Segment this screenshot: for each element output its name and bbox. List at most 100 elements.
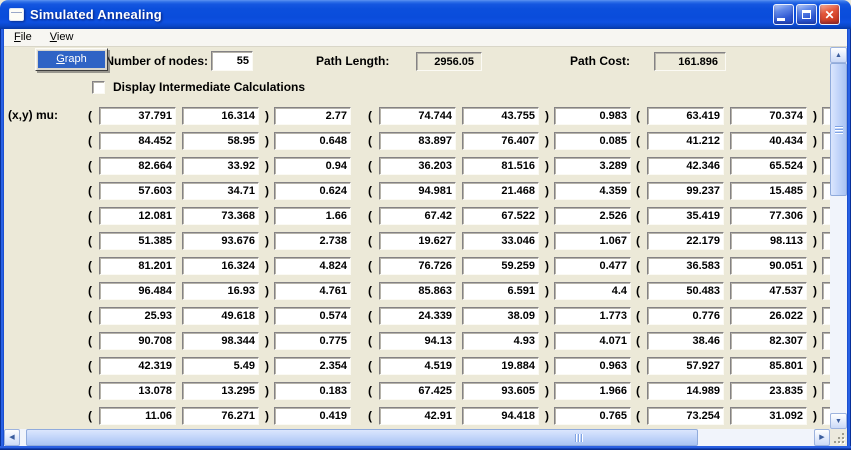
- mu-field[interactable]: [822, 207, 830, 225]
- x-field[interactable]: 38.46: [647, 332, 724, 350]
- x-field[interactable]: 81.201: [99, 257, 176, 275]
- y-field[interactable]: 81.516: [462, 157, 539, 175]
- y-field[interactable]: 77.306: [730, 207, 807, 225]
- x-field[interactable]: 37.791: [99, 107, 176, 125]
- x-field[interactable]: 76.726: [379, 257, 456, 275]
- x-field[interactable]: 22.179: [647, 232, 724, 250]
- mu-field[interactable]: 0.648: [274, 132, 351, 150]
- y-field[interactable]: 98.344: [182, 332, 259, 350]
- y-field[interactable]: 43.755: [462, 107, 539, 125]
- x-field[interactable]: 42.346: [647, 157, 724, 175]
- y-field[interactable]: 38.09: [462, 307, 539, 325]
- y-field[interactable]: 15.485: [730, 182, 807, 200]
- mu-field[interactable]: 1.966: [554, 382, 631, 400]
- x-field[interactable]: 74.744: [379, 107, 456, 125]
- mu-field[interactable]: [822, 307, 830, 325]
- title-bar[interactable]: Simulated Annealing ✕: [0, 0, 851, 29]
- x-field[interactable]: 83.897: [379, 132, 456, 150]
- x-field[interactable]: 82.664: [99, 157, 176, 175]
- y-field[interactable]: 85.801: [730, 357, 807, 375]
- x-field[interactable]: 73.254: [647, 407, 724, 425]
- y-field[interactable]: 58.95: [182, 132, 259, 150]
- mu-field[interactable]: [822, 332, 830, 350]
- mu-field[interactable]: 0.963: [554, 357, 631, 375]
- x-field[interactable]: 90.708: [99, 332, 176, 350]
- mu-field[interactable]: 0.983: [554, 107, 631, 125]
- x-field[interactable]: 0.776: [647, 307, 724, 325]
- y-field[interactable]: 16.324: [182, 257, 259, 275]
- mu-field[interactable]: 2.354: [274, 357, 351, 375]
- y-field[interactable]: 16.314: [182, 107, 259, 125]
- x-field[interactable]: 96.484: [99, 282, 176, 300]
- intermediate-calcs-checkbox[interactable]: [92, 81, 105, 94]
- mu-field[interactable]: [822, 257, 830, 275]
- y-field[interactable]: 23.835: [730, 382, 807, 400]
- x-field[interactable]: 41.212: [647, 132, 724, 150]
- y-field[interactable]: 70.374: [730, 107, 807, 125]
- mu-field[interactable]: [822, 107, 830, 125]
- x-field[interactable]: 50.483: [647, 282, 724, 300]
- mu-field[interactable]: 0.477: [554, 257, 631, 275]
- menu-view[interactable]: View: [41, 29, 83, 46]
- y-field[interactable]: 90.051: [730, 257, 807, 275]
- y-field[interactable]: 5.49: [182, 357, 259, 375]
- x-field[interactable]: 4.519: [379, 357, 456, 375]
- nodes-input[interactable]: 55: [211, 51, 253, 71]
- y-field[interactable]: 76.407: [462, 132, 539, 150]
- mu-field[interactable]: 4.071: [554, 332, 631, 350]
- y-field[interactable]: 94.418: [462, 407, 539, 425]
- mu-field[interactable]: 4.359: [554, 182, 631, 200]
- minimize-button[interactable]: [773, 4, 794, 25]
- mu-field[interactable]: 3.289: [554, 157, 631, 175]
- x-field[interactable]: 67.42: [379, 207, 456, 225]
- x-field[interactable]: 94.981: [379, 182, 456, 200]
- y-field[interactable]: 49.618: [182, 307, 259, 325]
- menu-file[interactable]: File: [5, 29, 41, 46]
- horizontal-scroll-thumb[interactable]: [26, 429, 698, 446]
- mu-field[interactable]: 2.526: [554, 207, 631, 225]
- y-field[interactable]: 26.022: [730, 307, 807, 325]
- menu-item-graph[interactable]: Graph: [38, 51, 105, 68]
- x-field[interactable]: 94.13: [379, 332, 456, 350]
- resize-grip[interactable]: [830, 429, 847, 446]
- mu-field[interactable]: 0.94: [274, 157, 351, 175]
- y-field[interactable]: 93.605: [462, 382, 539, 400]
- y-field[interactable]: 33.92: [182, 157, 259, 175]
- mu-field[interactable]: 4.761: [274, 282, 351, 300]
- mu-field[interactable]: 0.775: [274, 332, 351, 350]
- y-field[interactable]: 13.295: [182, 382, 259, 400]
- y-field[interactable]: 19.884: [462, 357, 539, 375]
- x-field[interactable]: 19.627: [379, 232, 456, 250]
- y-field[interactable]: 40.434: [730, 132, 807, 150]
- y-field[interactable]: 73.368: [182, 207, 259, 225]
- y-field[interactable]: 33.046: [462, 232, 539, 250]
- x-field[interactable]: 36.583: [647, 257, 724, 275]
- y-field[interactable]: 47.537: [730, 282, 807, 300]
- maximize-button[interactable]: [796, 4, 817, 25]
- x-field[interactable]: 63.419: [647, 107, 724, 125]
- x-field[interactable]: 57.927: [647, 357, 724, 375]
- vertical-scroll-thumb[interactable]: [830, 63, 847, 196]
- mu-field[interactable]: 0.574: [274, 307, 351, 325]
- mu-field[interactable]: 4.824: [274, 257, 351, 275]
- mu-field[interactable]: 4.4: [554, 282, 631, 300]
- x-field[interactable]: 85.863: [379, 282, 456, 300]
- y-field[interactable]: 67.522: [462, 207, 539, 225]
- mu-field[interactable]: 0.183: [274, 382, 351, 400]
- y-field[interactable]: 21.468: [462, 182, 539, 200]
- mu-field[interactable]: 0.085: [554, 132, 631, 150]
- mu-field[interactable]: 1.66: [274, 207, 351, 225]
- vertical-scrollbar[interactable]: ▲ ▼: [830, 47, 847, 429]
- x-field[interactable]: 51.385: [99, 232, 176, 250]
- y-field[interactable]: 59.259: [462, 257, 539, 275]
- y-field[interactable]: 76.271: [182, 407, 259, 425]
- x-field[interactable]: 67.425: [379, 382, 456, 400]
- x-field[interactable]: 42.91: [379, 407, 456, 425]
- y-field[interactable]: 65.524: [730, 157, 807, 175]
- horizontal-scrollbar[interactable]: ◀ ▶: [4, 429, 830, 446]
- mu-field[interactable]: [822, 182, 830, 200]
- x-field[interactable]: 42.319: [99, 357, 176, 375]
- close-button[interactable]: ✕: [819, 4, 840, 25]
- scroll-right-button[interactable]: ▶: [814, 429, 830, 446]
- mu-field[interactable]: [822, 407, 830, 425]
